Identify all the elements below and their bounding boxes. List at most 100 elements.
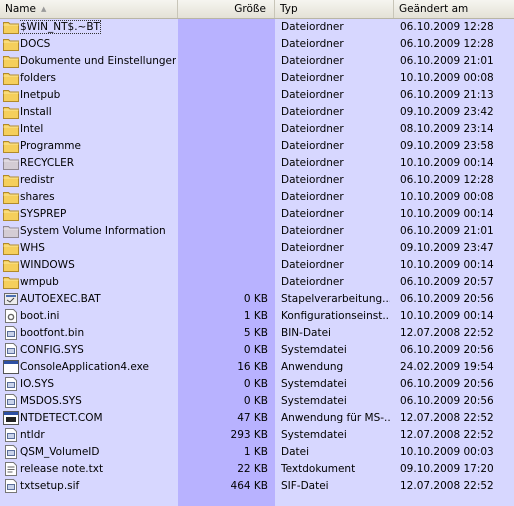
file-type: Dateiordner [281,225,344,237]
folder-icon [3,241,19,255]
sort-ascending-icon: ▲ [40,5,47,13]
file-date: 10.10.2009 00:03 [400,446,494,458]
file-row[interactable]: ntldr 293 KB Systemdatei 12.07.2008 22:52 [0,427,514,444]
file-date: 10.10.2009 00:08 [400,191,494,203]
file-row[interactable]: RECYCLER Dateiordner 10.10.2009 00:14 [0,155,514,172]
file-name: folders [20,72,56,84]
file-row[interactable]: shares Dateiordner 10.10.2009 00:08 [0,189,514,206]
file-type: Systemdatei [281,378,347,390]
file-date: 06.10.2009 20:56 [400,378,494,390]
file-type: Dateiordner [281,123,344,135]
file-name: release note.txt [20,463,104,475]
file-row[interactable]: Install Dateiordner 09.10.2009 23:42 [0,104,514,121]
file-type: Dateiordner [281,157,344,169]
file-list[interactable]: $WIN_NT$.~BT Dateiordner 06.10.2009 12:28 D… [0,19,514,506]
file-name: $WIN_NT$.~BT [20,20,101,34]
file-name: Programme [20,140,81,152]
file-date: 08.10.2009 23:14 [400,123,494,135]
file-row[interactable]: txtsetup.sif 464 KB SIF-Datei 12.07.2008 22… [0,478,514,495]
file-row[interactable]: folders Dateiordner 10.10.2009 00:08 [0,70,514,87]
column-header-name-label: Name [5,3,36,15]
file-row[interactable]: CONFIG.SYS 0 KB Systemdatei 06.10.2009 20:5… [0,342,514,359]
folder-icon [3,20,19,34]
file-date: 10.10.2009 00:14 [400,157,494,169]
file-row[interactable]: IO.SYS 0 KB Systemdatei 06.10.2009 20:56 [0,376,514,393]
system-file-icon [3,377,19,391]
file-name: RECYCLER [20,157,75,169]
column-header-size-label: Größe [234,3,266,15]
file-date: 12.07.2008 22:52 [400,480,494,492]
file-type: Dateiordner [281,174,344,186]
batch-file-icon [3,292,19,306]
folder-icon [3,71,19,85]
system-file-icon [3,326,19,340]
system-file-icon [3,445,19,459]
file-type: Konfigurationseinst... [281,310,390,322]
folder-icon [3,54,19,68]
column-header-name[interactable]: Name ▲ [0,0,178,18]
file-row[interactable]: Inetpub Dateiordner 06.10.2009 21:13 [0,87,514,104]
file-size: 1 KB [243,446,268,458]
file-type: Dateiordner [281,72,344,84]
file-type: Dateiordner [281,276,344,288]
file-size: 293 KB [230,429,268,441]
folder-icon [3,105,19,119]
file-row[interactable]: boot.ini 1 KB Konfigurationseinst... 10.10.… [0,308,514,325]
column-header-type[interactable]: Typ [275,0,394,18]
file-row[interactable]: QSM_VolumeID 1 KB Datei 10.10.2009 00:03 [0,444,514,461]
file-row[interactable]: wmpub Dateiordner 06.10.2009 20:57 [0,274,514,291]
column-header-date[interactable]: Geändert am [394,0,514,18]
file-type: Systemdatei [281,429,347,441]
file-date: 06.10.2009 12:28 [400,21,494,33]
file-row[interactable]: WINDOWS Dateiordner 10.10.2009 00:14 [0,257,514,274]
file-type: Systemdatei [281,395,347,407]
file-name: Intel [20,123,44,135]
file-type: Anwendung [281,361,344,373]
file-name: shares [20,191,55,203]
application-icon [3,360,19,374]
file-row[interactable]: redistr Dateiordner 06.10.2009 12:28 [0,172,514,189]
file-row[interactable]: bootfont.bin 5 KB BIN-Datei 12.07.2008 22:5… [0,325,514,342]
file-size: 5 KB [243,327,268,339]
file-row[interactable]: ConsoleApplication4.exe 16 KB Anwendung 24.… [0,359,514,376]
file-size: 0 KB [243,395,268,407]
column-header-size[interactable]: Größe [178,0,275,18]
file-date: 10.10.2009 00:14 [400,208,494,220]
file-name: txtsetup.sif [20,480,80,492]
file-date: 06.10.2009 21:01 [400,55,494,67]
file-row[interactable]: SYSPREP Dateiordner 10.10.2009 00:14 [0,206,514,223]
file-date: 10.10.2009 00:08 [400,72,494,84]
file-row[interactable]: WHS Dateiordner 09.10.2009 23:47 [0,240,514,257]
folder-icon [3,139,19,153]
file-row[interactable]: Dokumente und Einstellungen Dateiordner 06… [0,53,514,70]
file-row[interactable]: release note.txt 22 KB Textdokument 09.10.2… [0,461,514,478]
file-date: 06.10.2009 12:28 [400,174,494,186]
folder-icon [3,37,19,51]
system-file-icon [3,479,19,493]
file-row[interactable]: MSDOS.SYS 0 KB Systemdatei 06.10.2009 20:56 [0,393,514,410]
file-row[interactable]: $WIN_NT$.~BT Dateiordner 06.10.2009 12:28 [0,19,514,36]
file-date: 24.02.2009 19:54 [400,361,494,373]
file-row[interactable]: Programme Dateiordner 09.10.2009 23:58 [0,138,514,155]
file-name: wmpub [20,276,59,288]
file-row[interactable]: DOCS Dateiordner 06.10.2009 12:28 [0,36,514,53]
file-name: ntldr [20,429,45,441]
file-row[interactable]: System Volume Information Dateiordner 06.1… [0,223,514,240]
system-folder-icon [3,224,19,238]
file-row[interactable]: AUTOEXEC.BAT 0 KB Stapelverarbeitung... 06.… [0,291,514,308]
file-row[interactable]: NTDETECT.COM 47 KB Anwendung für MS-... 12.… [0,410,514,427]
file-size: 464 KB [230,480,268,492]
file-date: 06.10.2009 20:56 [400,395,494,407]
file-row[interactable]: Intel Dateiordner 08.10.2009 23:14 [0,121,514,138]
folder-icon [3,207,19,221]
file-name: NTDETECT.COM [20,412,103,424]
file-date: 09.10.2009 23:47 [400,242,494,254]
file-name: Inetpub [20,89,61,101]
file-name: CONFIG.SYS [20,344,84,356]
file-size: 1 KB [243,310,268,322]
file-type: BIN-Datei [281,327,331,339]
file-size: 0 KB [243,344,268,356]
file-size: 0 KB [243,293,268,305]
file-date: 06.10.2009 20:56 [400,293,494,305]
file-date: 06.10.2009 20:57 [400,276,494,288]
